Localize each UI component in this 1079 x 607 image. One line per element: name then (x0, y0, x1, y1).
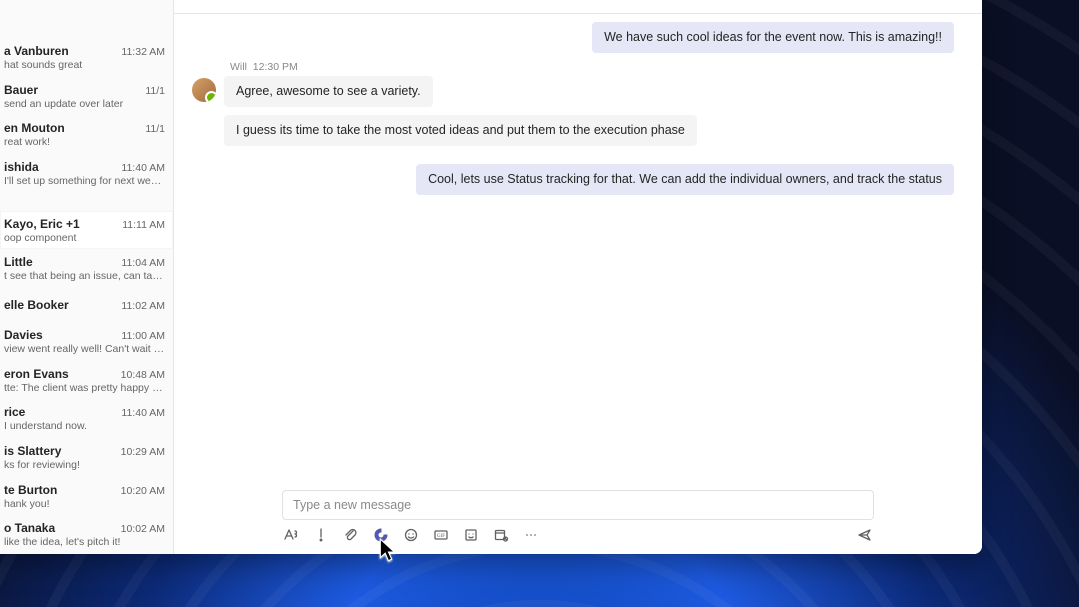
chat-item-preview: I'll set up something for next week to… (4, 175, 165, 187)
message-input[interactable] (293, 498, 863, 512)
chat-item-name: elle Booker (4, 298, 117, 312)
messages-area: We have such cool ideas for the event no… (174, 14, 982, 490)
chat-list-item[interactable]: is Slattery 10:29 AMks for reviewing! (0, 438, 173, 477)
chat-item-name: en Mouton (4, 121, 141, 135)
message-outgoing[interactable]: Cool, lets use Status tracking for that.… (182, 164, 954, 195)
chat-item-preview: hat sounds great (4, 59, 165, 71)
composer-area: GIF (174, 490, 982, 554)
chat-item-time: 11:00 AM (121, 330, 165, 342)
chat-list-item[interactable]: elle Booker 11:02 AM (0, 288, 173, 322)
sender-time: 12:30 PM (253, 61, 298, 73)
chat-list-item[interactable]: o Tanaka 10:02 AMlike the idea, let's pit… (0, 515, 173, 554)
chat-item-time: 11/1 (145, 123, 165, 135)
sender-name: Will (230, 61, 247, 73)
chat-item-name: Little (4, 255, 117, 269)
chat-item-time: 11:40 AM (121, 407, 165, 419)
chat-list-item[interactable]: Little 11:04 AMt see that being an issue,… (0, 249, 173, 288)
chat-item-name: Kayo, Eric +1 (4, 217, 118, 231)
chat-list-item[interactable]: Davies 11:00 AMview went really well! Can… (0, 322, 173, 361)
chat-item-preview: hank you! (4, 498, 165, 510)
more-icon[interactable] (522, 526, 540, 544)
message-bubble: I guess its time to take the most voted … (224, 115, 697, 146)
chat-item-name: te Burton (4, 483, 117, 497)
chat-item-time: 11/1 (145, 85, 165, 97)
chat-item-time: 10:20 AM (121, 485, 165, 497)
chat-list-item[interactable]: te Burton 10:20 AMhank you! (0, 477, 173, 516)
chat-item-time: 11:11 AM (122, 219, 165, 231)
format-icon[interactable] (282, 526, 300, 544)
chat-item-time: 11:32 AM (121, 46, 165, 58)
gif-icon[interactable]: GIF (432, 526, 450, 544)
schedule-icon[interactable] (492, 526, 510, 544)
message-input-box[interactable] (282, 490, 874, 520)
chat-item-preview: t see that being an issue, can take t… (4, 270, 165, 282)
chat-item-name: is Slattery (4, 444, 117, 458)
message-incoming-group: Agree, awesome to see a variety. (182, 76, 954, 107)
chat-item-name: Davies (4, 328, 117, 342)
chat-item-time: 11:02 AM (121, 300, 165, 312)
message-bubble: We have such cool ideas for the event no… (592, 22, 954, 53)
chat-item-time: 10:48 AM (121, 369, 165, 381)
message-bubble: Cool, lets use Status tracking for that.… (416, 164, 954, 195)
chat-list-item[interactable]: Kayo, Eric +1 11:11 AMoop component (0, 211, 173, 250)
chat-list-item[interactable]: eron Evans 10:48 AMtte: The client was pr… (0, 361, 173, 400)
chat-item-preview: like the idea, let's pitch it! (4, 536, 165, 548)
svg-text:GIF: GIF (437, 534, 445, 539)
priority-icon[interactable] (312, 526, 330, 544)
chat-item-time: 10:29 AM (121, 446, 165, 458)
chat-item-preview: I understand now. (4, 420, 165, 432)
chat-list: a Vanburen 11:32 AMhat sounds great Bauer 1… (0, 0, 174, 554)
sticker-icon[interactable] (462, 526, 480, 544)
send-icon[interactable] (856, 526, 874, 544)
chat-list-item[interactable]: rice 11:40 AMI understand now. (0, 399, 173, 438)
sender-timestamp: Will 12:30 PM (230, 61, 954, 73)
chat-list-item[interactable]: Bauer 11/1send an update over later (0, 77, 173, 116)
chat-item-time: 11:04 AM (121, 257, 165, 269)
emoji-icon[interactable] (402, 526, 420, 544)
chat-item-name: Bauer (4, 83, 141, 97)
chat-item-preview: tte: The client was pretty happy with… (4, 382, 165, 394)
message-outgoing[interactable]: We have such cool ideas for the event no… (182, 22, 954, 53)
chat-item-time: 11:40 AM (121, 162, 165, 174)
chat-item-preview: send an update over later (4, 98, 165, 110)
avatar[interactable] (192, 78, 216, 102)
conversation-pane: We have such cool ideas for the event no… (174, 0, 982, 554)
chat-item-preview: view went really well! Can't wait to… (4, 343, 165, 355)
chat-item-time: 10:02 AM (121, 523, 165, 535)
attach-icon[interactable] (342, 526, 360, 544)
chat-item-name: rice (4, 405, 117, 419)
teams-window: a Vanburen 11:32 AMhat sounds great Bauer 1… (0, 0, 982, 554)
chat-item-name: eron Evans (4, 367, 117, 381)
message-incoming[interactable]: I guess its time to take the most voted … (182, 115, 954, 146)
chat-list-item[interactable]: en Mouton 11/1reat work! (0, 115, 173, 154)
chat-item-name: a Vanburen (4, 44, 117, 58)
composer-toolbar: GIF (282, 526, 874, 544)
chat-list-item[interactable]: a Vanburen 11:32 AMhat sounds great (0, 38, 173, 77)
chat-item-preview: oop component (4, 232, 165, 244)
chat-item-preview: reat work! (4, 136, 165, 148)
chat-item-preview: ks for reviewing! (4, 459, 165, 471)
message-bubble[interactable]: Agree, awesome to see a variety. (224, 76, 433, 107)
chat-item-name: ishida (4, 160, 117, 174)
conversation-header-divider (174, 0, 982, 14)
loop-icon[interactable] (372, 526, 390, 544)
chat-item-name: o Tanaka (4, 521, 117, 535)
chat-list-item[interactable]: ishida 11:40 AMI'll set up something for … (0, 154, 173, 193)
